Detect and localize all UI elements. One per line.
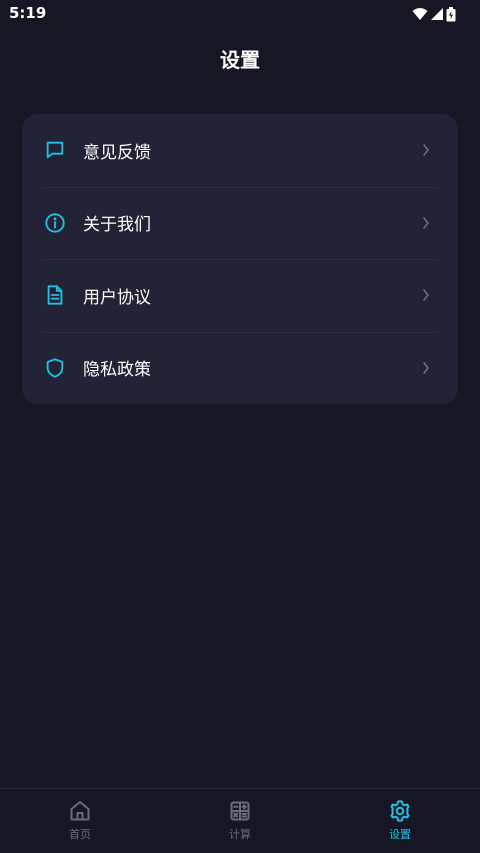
settings-menu-card: 意见反馈 关于我们 用户协议 隐私政策 (22, 114, 458, 404)
chevron-right-icon (423, 144, 429, 157)
info-icon (44, 212, 66, 234)
menu-item-privacy-policy[interactable]: 隐私政策 (22, 331, 458, 405)
menu-item-label: 用户协议 (83, 287, 151, 308)
battery-icon (446, 6, 456, 21)
menu-item-label: 关于我们 (83, 215, 151, 236)
tab-label: 计算 (229, 828, 251, 841)
tab-label: 首页 (69, 828, 91, 841)
message-icon (44, 139, 66, 161)
menu-item-feedback[interactable]: 意见反馈 (22, 114, 458, 187)
status-bar: 5:19 (0, 0, 480, 28)
chevron-right-icon (423, 361, 429, 374)
page-title: 设置 (220, 48, 260, 72)
menu-item-label: 意见反馈 (83, 142, 151, 163)
tab-home[interactable]: 首页 (0, 789, 160, 853)
tab-calculate[interactable]: 计算 (160, 789, 320, 853)
tab-settings[interactable]: 设置 (320, 789, 480, 853)
menu-item-label: 隐私政策 (83, 360, 151, 381)
calculator-icon (230, 801, 250, 821)
bottom-tab-bar: 首页 计算 设置 (0, 788, 480, 853)
wifi-icon (412, 8, 428, 20)
gear-icon (390, 800, 410, 822)
menu-item-user-agreement[interactable]: 用户协议 (22, 259, 458, 332)
status-time: 5:19 (9, 4, 47, 22)
shield-icon (44, 357, 66, 379)
tab-label: 设置 (389, 828, 411, 841)
signal-icon (431, 8, 443, 20)
document-icon (44, 284, 66, 306)
status-icons (412, 6, 456, 22)
chevron-right-icon (423, 289, 429, 302)
home-icon (70, 801, 90, 821)
menu-item-about[interactable]: 关于我们 (22, 186, 458, 260)
chevron-right-icon (423, 216, 429, 229)
